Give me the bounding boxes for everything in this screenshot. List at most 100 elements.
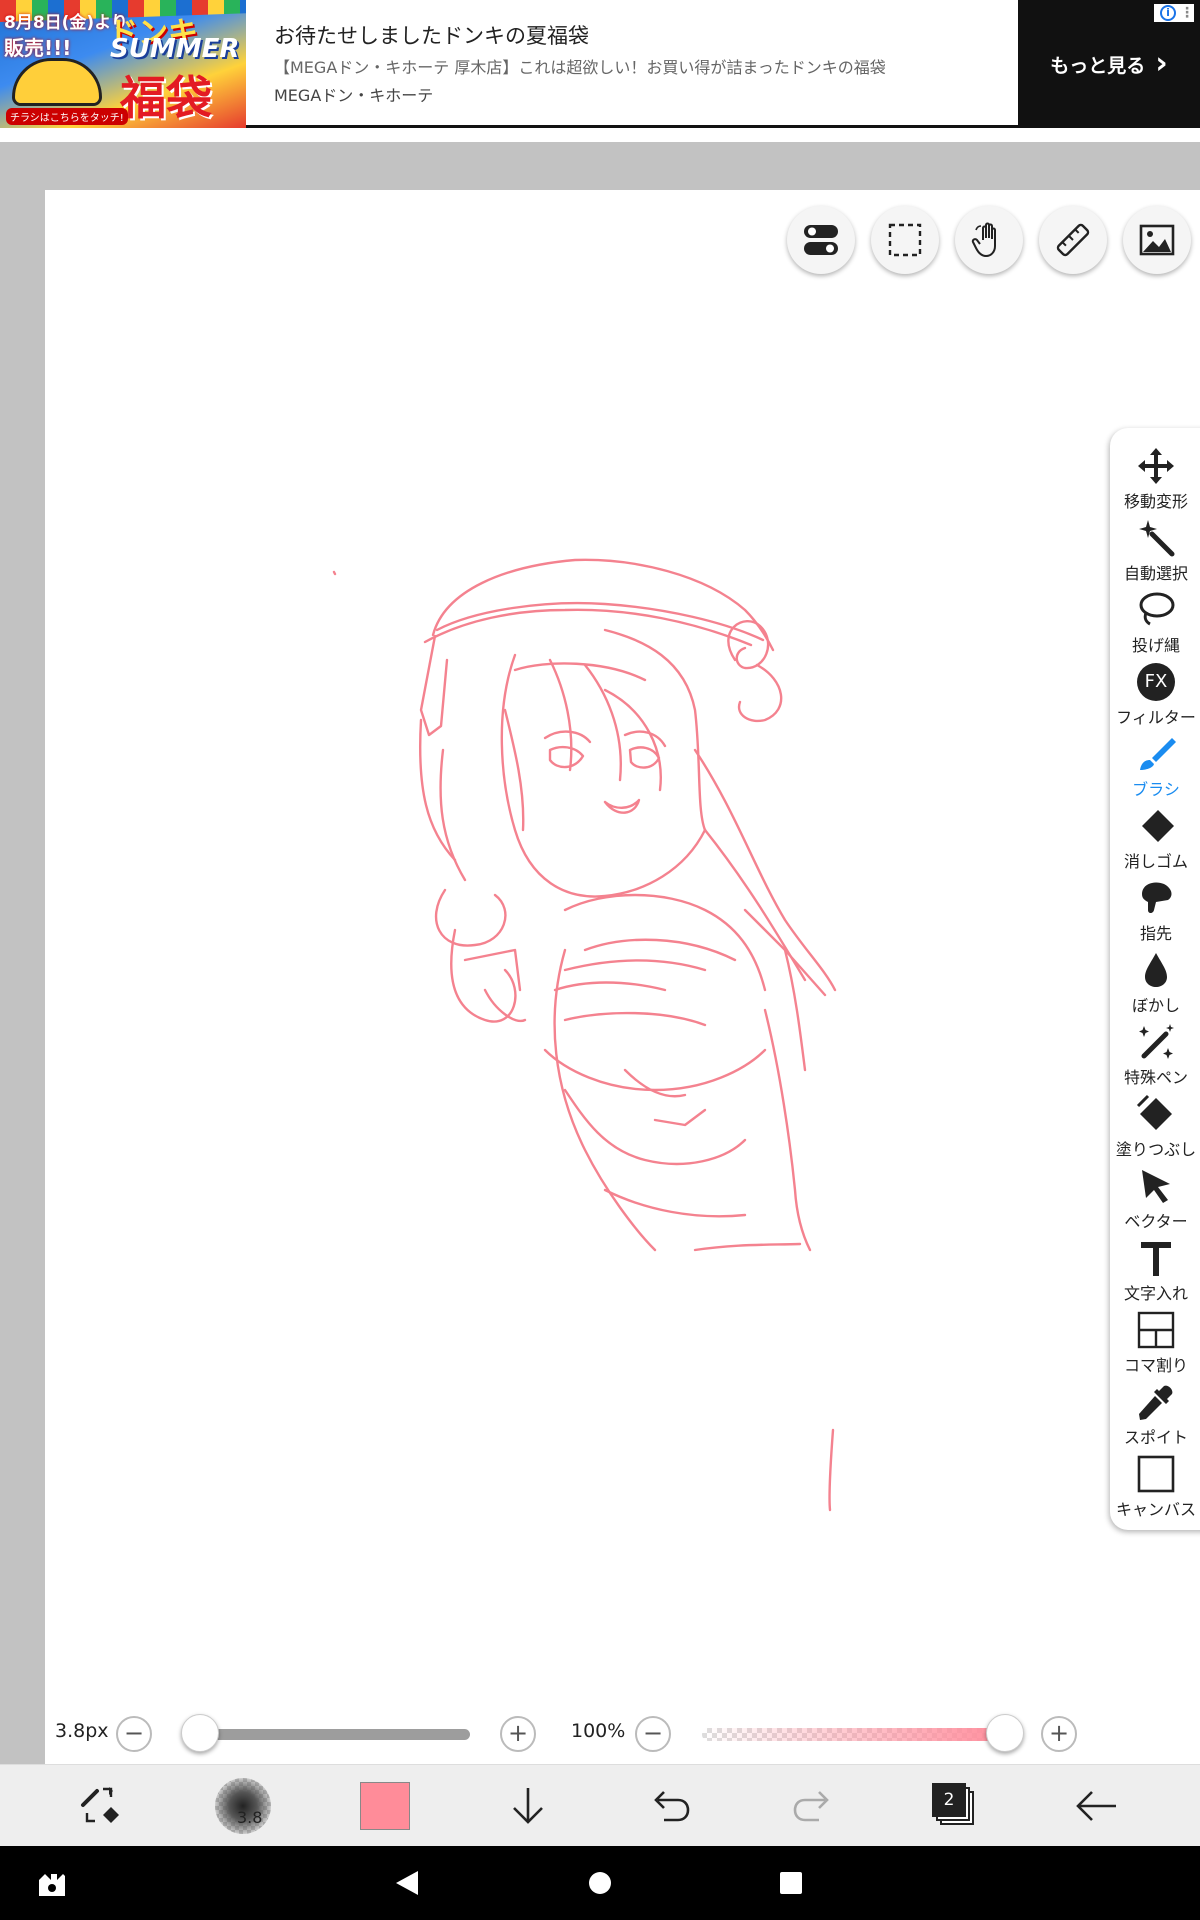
paint-bucket-icon	[1136, 1094, 1172, 1130]
brush-size-track[interactable]	[200, 1729, 470, 1740]
tool-special-pen-label: 特殊ペン	[1123, 1068, 1188, 1087]
droplet-icon	[1145, 953, 1167, 987]
ad-description[interactable]: 【MEGAドン・キホーテ 厚木店】これは超欲しい！お買い得が詰まったドンキの福袋	[274, 54, 886, 78]
image-icon	[1139, 224, 1175, 256]
tool-text-label: 文字入れ	[1123, 1284, 1188, 1303]
tool-eraser-label: 消しゴム	[1123, 852, 1188, 871]
current-color-swatch	[360, 1782, 410, 1830]
selection-icon	[888, 223, 922, 257]
brush-size-knob[interactable]	[181, 1714, 219, 1752]
ad-choices-badge[interactable]: i ⋮	[1154, 4, 1194, 22]
brush-size-label: 3.8px	[55, 1720, 109, 1742]
brush-preview-button[interactable]: 3.8	[203, 1765, 283, 1847]
lasso-icon	[1139, 592, 1175, 626]
layers-icon: 2	[932, 1783, 978, 1829]
tool-lasso[interactable]: 投げ縄	[1110, 588, 1200, 660]
finger-smudge-icon	[1142, 882, 1172, 913]
magic-wand-icon	[1139, 520, 1175, 557]
panel-frame-icon	[1137, 1311, 1175, 1349]
canvas-square-icon	[1137, 1455, 1175, 1493]
redo-button[interactable]	[773, 1765, 853, 1847]
tool-magic-wand[interactable]: 自動選択	[1110, 516, 1200, 588]
layer-toggle-button[interactable]	[787, 206, 855, 274]
nav-recents-button[interactable]	[769, 1846, 813, 1920]
text-t-icon	[1141, 1242, 1171, 1276]
brush-preview-size: 3.8	[237, 1808, 263, 1827]
undo-button[interactable]	[630, 1765, 710, 1847]
opacity-decrease-button[interactable]: −	[635, 1716, 671, 1752]
tool-filter-label: フィルター	[1116, 708, 1196, 727]
tool-special-pen[interactable]: 特殊ペン	[1110, 1020, 1200, 1092]
tool-frame[interactable]: コマ割り	[1110, 1308, 1200, 1380]
tool-eyedropper[interactable]: スポイト	[1110, 1380, 1200, 1452]
nav-recents-icon	[780, 1872, 802, 1894]
tool-blur[interactable]: ぼかし	[1110, 948, 1200, 1020]
tool-smudge[interactable]: 指先	[1110, 876, 1200, 948]
arrow-left-icon	[1076, 1791, 1116, 1821]
tool-vector[interactable]: ベクター	[1110, 1164, 1200, 1236]
ruler-button[interactable]	[1039, 206, 1107, 274]
brush-size-decrease-button[interactable]: −	[116, 1716, 152, 1752]
ad-summer: SUMMER	[110, 34, 240, 64]
back-button[interactable]	[1057, 1765, 1137, 1847]
chevron-right-icon: ›	[1155, 46, 1168, 81]
opacity-track[interactable]	[702, 1728, 1010, 1741]
ad-fukubukuro: 福袋	[120, 71, 212, 125]
ad-more-label: もっと見る	[1050, 54, 1146, 77]
tool-fill[interactable]: 塗りつぶし	[1110, 1092, 1200, 1164]
nav-home-icon	[589, 1872, 611, 1894]
nav-back-icon	[396, 1871, 418, 1895]
ad-advertiser[interactable]: MEGAドン・キホーテ	[274, 82, 433, 106]
brush-slider-row: 3.8px − + 100% − +	[45, 1706, 1200, 1758]
accessibility-icon	[39, 1874, 65, 1896]
drawing-canvas[interactable]	[45, 190, 1200, 1764]
ad-banner[interactable]: 8月8日(金)より 販売!!! ドンキ SUMMER 福袋 チラシはこちらをタッ…	[0, 0, 1200, 128]
ad-title[interactable]: お待たせしましたドンキの夏福袋	[274, 20, 589, 50]
opacity-label: 100%	[571, 1720, 626, 1742]
tool-brush[interactable]: ブラシ	[1110, 732, 1200, 804]
hand-icon	[971, 222, 996, 258]
tool-magic-wand-label: 自動選択	[1123, 564, 1188, 583]
tool-eraser[interactable]: 消しゴム	[1110, 804, 1200, 876]
ruler-icon	[1056, 223, 1090, 257]
workspace	[0, 142, 1200, 1764]
tool-canvas[interactable]: キャンバス	[1110, 1452, 1200, 1524]
bottom-toolbar: 3.8 2	[0, 1764, 1200, 1846]
accessibility-button[interactable]	[30, 1846, 74, 1920]
ad-image[interactable]: 8月8日(金)より 販売!!! ドンキ SUMMER 福袋 チラシはこちらをタッ…	[0, 0, 246, 128]
color-button[interactable]	[345, 1765, 425, 1847]
layers-button[interactable]: 2	[915, 1765, 995, 1847]
eraser-icon	[1142, 810, 1174, 842]
ad-flyer-note: チラシはこちらをタッチ!	[6, 108, 128, 125]
reference-image-button[interactable]	[1123, 206, 1191, 274]
more-vert-icon[interactable]: ⋮	[1180, 5, 1194, 21]
selection-button[interactable]	[871, 206, 939, 274]
fx-filter-icon: FX	[1137, 663, 1175, 701]
tool-canvas-label: キャンバス	[1115, 1500, 1196, 1519]
undo-icon	[654, 1791, 690, 1822]
ad-info-icon[interactable]: i	[1160, 5, 1176, 21]
swap-brush-eraser-button[interactable]	[60, 1765, 140, 1847]
hand-tool-button[interactable]	[955, 206, 1023, 274]
tool-frame-label: コマ割り	[1123, 1356, 1188, 1375]
brush-icon	[1140, 738, 1176, 770]
opacity-increase-button[interactable]: +	[1041, 1716, 1077, 1752]
layer-count: 2	[932, 1783, 966, 1817]
nav-back-button[interactable]	[385, 1846, 429, 1920]
tool-blur-label: ぼかし	[1131, 996, 1180, 1015]
cursor-arrow-icon	[1142, 1170, 1170, 1203]
save-down-button[interactable]	[488, 1765, 568, 1847]
opacity-knob[interactable]	[986, 1714, 1024, 1752]
tool-filter[interactable]: FX フィルター	[1110, 660, 1200, 732]
tool-move[interactable]: 移動変形	[1110, 444, 1200, 516]
brush-preview: 3.8	[215, 1778, 271, 1834]
tool-move-label: 移動変形	[1123, 492, 1188, 511]
sketch-drawing	[332, 558, 837, 1512]
tool-vector-label: ベクター	[1124, 1212, 1188, 1231]
tool-fill-label: 塗りつぶし	[1115, 1140, 1197, 1159]
tool-text[interactable]: 文字入れ	[1110, 1236, 1200, 1308]
ad-mascot	[12, 58, 102, 106]
brush-size-increase-button[interactable]: +	[500, 1716, 536, 1752]
redo-icon	[793, 1791, 829, 1822]
nav-home-button[interactable]	[578, 1846, 622, 1920]
